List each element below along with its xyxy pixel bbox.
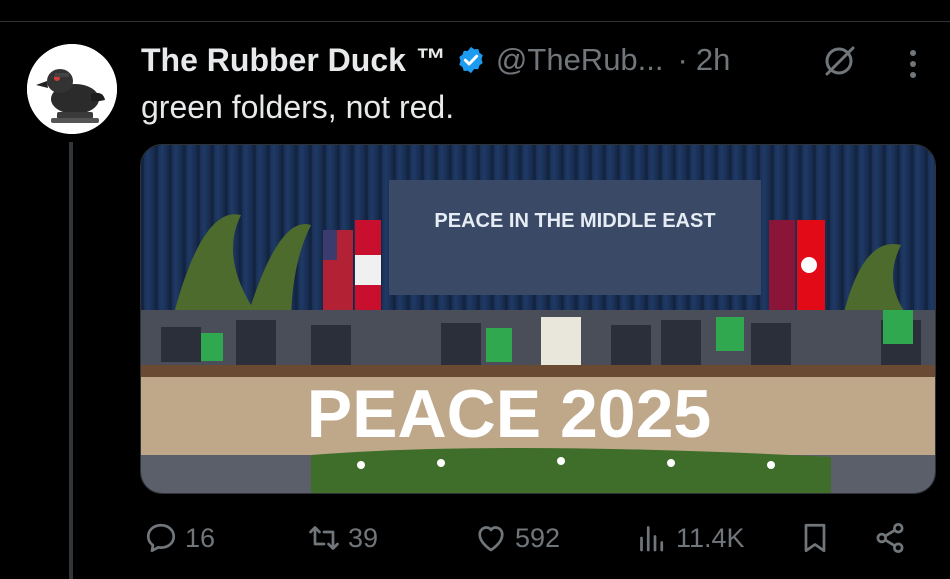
like-button[interactable]: 592 <box>473 512 560 564</box>
bookmark-icon <box>804 523 826 553</box>
banner-text: PEACE IN THE MIDDLE EAST <box>434 210 715 232</box>
like-count: 592 <box>515 522 561 553</box>
reply-button[interactable]: 16 <box>143 512 215 564</box>
avatar-duck-image <box>27 44 117 134</box>
separator-dot: · <box>677 42 688 77</box>
trademark-symbol: ™ <box>415 43 446 76</box>
views-button[interactable]: 11.4K <box>634 512 745 564</box>
media-photo: PEACE IN THE MIDDLE EAST PEACE 2025 <box>141 145 935 493</box>
action-bar: 16 39 592 11.4K <box>0 512 950 564</box>
tweet-text: green folders, not red. <box>141 89 455 125</box>
bookmark-button[interactable] <box>797 512 839 564</box>
like-icon <box>478 526 504 552</box>
tweet-header: The Rubber Duck ™ @TheRub... · 2h <box>141 38 730 82</box>
views-count: 11.4K <box>676 522 745 553</box>
repost-icon <box>309 526 339 550</box>
tweet-media[interactable]: PEACE IN THE MIDDLE EAST PEACE 2025 <box>140 144 936 494</box>
repost-count: 39 <box>348 522 379 553</box>
reply-count: 16 <box>185 522 216 553</box>
repost-button[interactable]: 39 <box>306 512 378 564</box>
views-icon <box>640 526 664 552</box>
grok-icon[interactable] <box>820 44 860 78</box>
share-icon <box>876 523 904 553</box>
tweet[interactable]: The Rubber Duck ™ @TheRub... · 2h green … <box>0 0 950 579</box>
share-button[interactable] <box>872 512 914 564</box>
timestamp[interactable]: 2h <box>696 42 730 78</box>
display-name[interactable]: The Rubber Duck <box>141 42 406 79</box>
stage-text: PEACE 2025 <box>307 376 711 452</box>
avatar[interactable] <box>27 44 117 134</box>
user-handle[interactable]: @TheRub... <box>496 42 664 78</box>
more-icon[interactable] <box>903 48 923 80</box>
reply-icon <box>146 523 176 553</box>
verified-badge-icon <box>459 46 483 74</box>
